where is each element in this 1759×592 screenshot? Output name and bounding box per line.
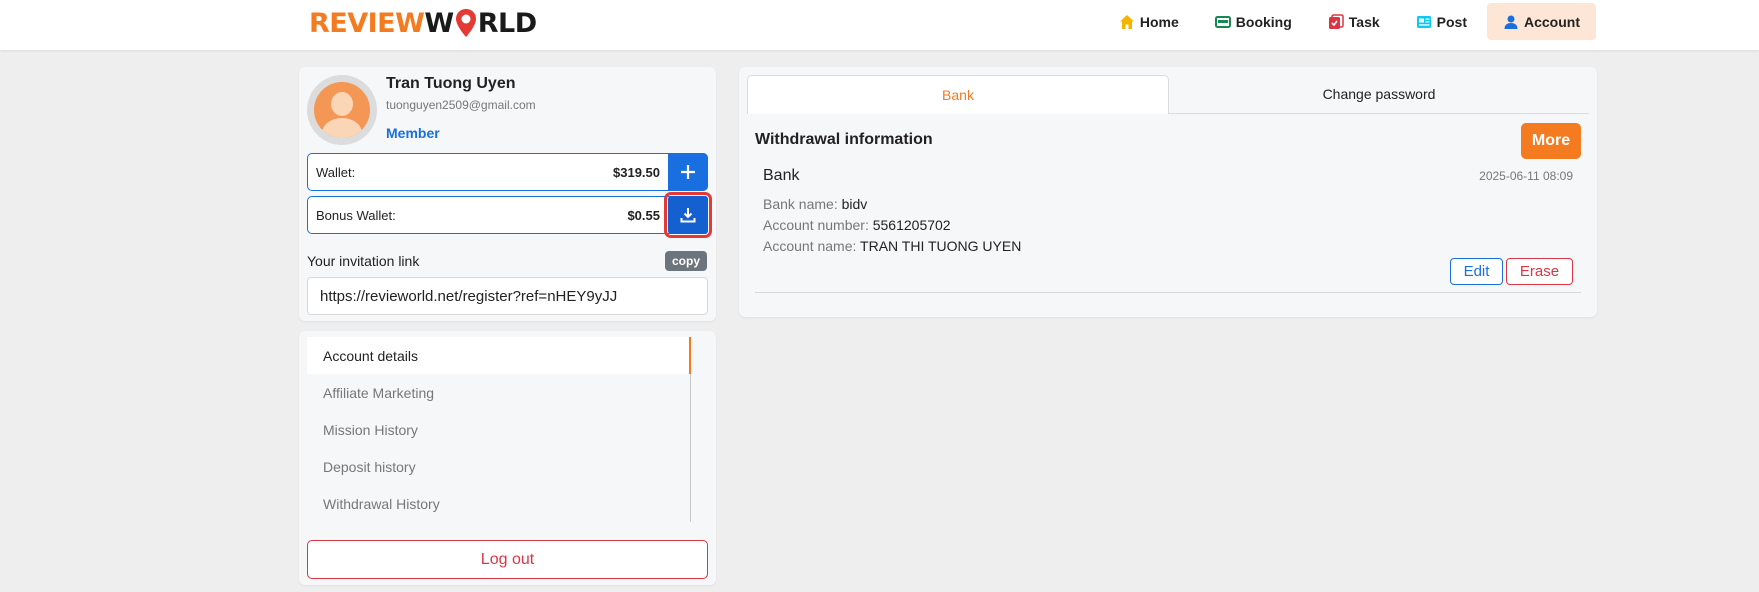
post-icon xyxy=(1416,15,1431,28)
withdrawal-info-title: Withdrawal information xyxy=(755,131,933,148)
menu-item-account-details[interactable]: Account details xyxy=(307,337,691,374)
bank-name-value: bidv xyxy=(841,196,868,212)
nav-post-label: Post xyxy=(1436,13,1467,30)
wallet-label: Wallet: xyxy=(316,164,356,180)
deposit-button[interactable] xyxy=(668,153,708,191)
account-number-value: 5561205702 xyxy=(872,217,951,233)
nav-account-label: Account xyxy=(1524,13,1580,30)
menu-item-affiliate-marketing[interactable]: Affiliate Marketing xyxy=(307,374,691,411)
account-icon xyxy=(1504,15,1518,29)
menu-item-withdrawal-history[interactable]: Withdrawal History xyxy=(307,485,691,522)
nav-home-label: Home xyxy=(1139,13,1179,30)
invitation-label: Your invitation link xyxy=(307,253,420,269)
user-name: Tran Tuong Uyen xyxy=(386,75,516,92)
main-nav: Home Booking Task Post Account xyxy=(1103,3,1596,40)
logo-text-w: W xyxy=(424,7,454,39)
nav-post[interactable]: Post xyxy=(1400,3,1483,40)
avatar-image xyxy=(314,82,370,138)
nav-home[interactable]: Home xyxy=(1103,3,1195,40)
menu-item-mission-history[interactable]: Mission History xyxy=(307,411,691,448)
logo-text-review: REVIEW xyxy=(309,7,425,39)
bank-name-label: Bank name: xyxy=(763,196,838,212)
avatar xyxy=(307,75,377,145)
bank-entry-date: 2025-06-11 08:09 xyxy=(1479,169,1573,183)
download-icon xyxy=(680,208,696,223)
wallet-balance: $319.50 xyxy=(613,164,660,180)
tab-change-password[interactable]: Change password xyxy=(1169,75,1589,113)
profile-card: Tran Tuong Uyen tuonguyen2509@gmail.com … xyxy=(299,67,716,321)
wallet-row: Wallet: $319.50 xyxy=(307,153,708,191)
edit-bank-button[interactable]: Edit xyxy=(1450,258,1503,285)
bank-name-line: Bank name: bidv xyxy=(763,196,867,212)
map-pin-icon xyxy=(455,9,476,37)
transfer-bonus-button[interactable] xyxy=(664,192,712,238)
account-menu-card: Account details Affiliate Marketing Miss… xyxy=(299,331,716,585)
account-number-label: Account number: xyxy=(763,217,869,233)
withdrawal-panel: Bank Change password Withdrawal informat… xyxy=(739,67,1597,317)
bonus-wallet-label: Bonus Wallet: xyxy=(316,207,396,223)
more-button[interactable]: More xyxy=(1521,123,1581,159)
nav-task[interactable]: Task xyxy=(1312,3,1396,40)
nav-account[interactable]: Account xyxy=(1487,3,1596,40)
top-header: REVIEW W RLD Home Booking Task Post Acco… xyxy=(0,0,1759,50)
account-number-line: Account number: 5561205702 xyxy=(763,217,951,233)
account-name-value: TRAN THI TUONG UYEN xyxy=(860,238,1022,254)
user-email: tuonguyen2509@gmail.com xyxy=(386,98,536,112)
bonus-wallet-balance: $0.55 xyxy=(627,207,660,223)
nav-booking-label: Booking xyxy=(1235,13,1292,30)
invitation-link-field[interactable] xyxy=(307,277,708,315)
bank-entry-title: Bank xyxy=(763,167,800,184)
nav-task-label: Task xyxy=(1348,13,1380,30)
task-icon xyxy=(1328,13,1344,29)
revieworld-logo[interactable]: REVIEW W RLD xyxy=(309,7,537,39)
account-name-line: Account name: TRAN THI TUONG UYEN xyxy=(763,238,1021,254)
erase-bank-button[interactable]: Erase xyxy=(1506,258,1573,285)
settings-tabs: Bank Change password xyxy=(747,75,1589,114)
account-menu: Account details Affiliate Marketing Miss… xyxy=(307,337,691,522)
bonus-wallet-row: Bonus Wallet: $0.55 xyxy=(307,192,712,238)
booking-icon xyxy=(1214,15,1231,28)
home-icon xyxy=(1119,14,1134,29)
tab-bank[interactable]: Bank xyxy=(747,75,1169,114)
divider xyxy=(755,292,1581,293)
copy-button[interactable]: copy xyxy=(665,251,707,271)
logout-button[interactable]: Log out xyxy=(307,540,708,579)
user-role-badge: Member xyxy=(386,125,440,141)
account-name-label: Account name: xyxy=(763,238,857,254)
nav-booking[interactable]: Booking xyxy=(1199,3,1308,40)
menu-item-deposit-history[interactable]: Deposit history xyxy=(307,448,691,485)
plus-icon xyxy=(681,165,695,179)
logo-text-rld: RLD xyxy=(477,7,537,39)
